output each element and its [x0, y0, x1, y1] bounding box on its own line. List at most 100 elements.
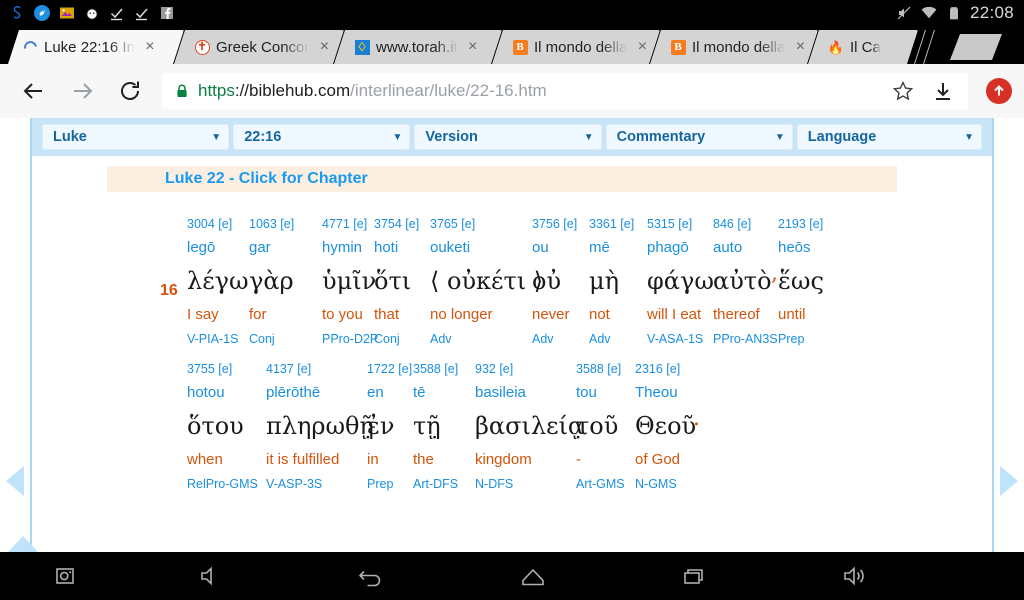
greek-word[interactable]: ⟨ οὐκέτι ⟩: [430, 261, 543, 301]
strongs-number[interactable]: 3756 [e]: [532, 214, 589, 234]
strongs-number[interactable]: 932 [e]: [475, 359, 576, 379]
strongs-number[interactable]: 3754 [e]: [374, 214, 430, 234]
interlinear-word[interactable]: 3588 [e] tou τοῦ - Art-GMS: [576, 359, 635, 495]
transliteration: hotou: [187, 384, 225, 401]
browser-tab-luke[interactable]: Luke 22:16 In ×: [8, 30, 184, 64]
strongs-number[interactable]: 846 [e]: [713, 214, 771, 234]
interlinear-word[interactable]: 3588 [e] tē τῇ̣ the Art-DFS: [413, 359, 475, 495]
book-select-label: Luke: [53, 129, 87, 145]
greek-word[interactable]: βασιλείᾳ̣: [475, 406, 584, 446]
bookmark-star-icon[interactable]: [888, 80, 918, 102]
android-nav-bar: [0, 552, 1024, 600]
greek-word[interactable]: ὅτου: [187, 406, 266, 446]
greek-word[interactable]: ἐν: [367, 406, 413, 446]
browser-tab-blogger-1[interactable]: B Il mondo della ×: [492, 30, 660, 64]
checkmark-icon: [110, 8, 123, 21]
strongs-number[interactable]: 3588 [e]: [576, 359, 635, 379]
interlinear-word[interactable]: 3754 [e] hoti ὅτι that Conj: [374, 214, 430, 350]
reload-button[interactable]: [108, 69, 152, 113]
chapter-link[interactable]: Luke 22 - Click for Chapter: [165, 170, 368, 188]
interlinear-word[interactable]: 1722 [e] en ἐν in Prep: [367, 359, 413, 495]
forward-button[interactable]: [60, 69, 104, 113]
browser-tab-il-ca[interactable]: 🔥 Il Ca: [808, 30, 918, 64]
interlinear-word[interactable]: 3755 [e] hotou ὅτου when RelPro-GMS: [187, 359, 266, 495]
interlinear-word[interactable]: 3756 [e] ou οὐ never Adv: [532, 214, 589, 350]
new-tab-button[interactable]: [950, 34, 1002, 60]
volume-up-button[interactable]: [776, 552, 936, 600]
greek-word[interactable]: τοῦ: [576, 406, 635, 446]
greek-word[interactable]: φάγω: [647, 261, 714, 301]
strongs-number[interactable]: 2316 [e]: [635, 359, 693, 379]
version-select[interactable]: Version ▼: [414, 124, 602, 150]
greek-word[interactable]: γὰρ: [249, 261, 322, 301]
strongs-number[interactable]: 2193 [e]: [778, 214, 836, 234]
greek-word[interactable]: τῇ̣: [413, 406, 475, 446]
interlinear-word[interactable]: 4137 [e] plērōthē πληρωθῇ̣ it is fulfilled V…: [266, 359, 374, 495]
tab-close-icon[interactable]: ×: [464, 39, 482, 55]
scroll-up-arrow-icon[interactable]: [8, 536, 38, 552]
screenshot-button[interactable]: [0, 552, 130, 600]
profile-update-icon[interactable]: [986, 78, 1012, 104]
greek-word[interactable]: Θεοῦ: [635, 406, 696, 446]
greek-word[interactable]: λέγω: [187, 261, 249, 301]
tab-close-icon[interactable]: ×: [315, 39, 333, 55]
browser-toolbar: https://biblehub.com/interlinear/luke/22…: [0, 64, 1024, 118]
url-path: /interlinear/luke/22-16.htm: [350, 81, 547, 100]
tab-close-icon[interactable]: ×: [791, 39, 809, 55]
greek-word[interactable]: ὅτι: [374, 261, 430, 301]
interlinear-word[interactable]: 2193 [e] heōs ἕως until Prep: [778, 214, 836, 350]
language-select[interactable]: Language ▼: [796, 124, 982, 150]
parsing-code: Art-GMS: [576, 477, 625, 491]
browser-tab-greek-concordance[interactable]: ✝ Greek Concor ×: [174, 30, 344, 64]
greek-word[interactable]: ὑμῖν: [322, 261, 376, 301]
english-gloss: I say: [187, 306, 219, 323]
interlinear-word[interactable]: 3361 [e] mē μὴ not Adv: [589, 214, 647, 350]
interlinear-word[interactable]: 2316 [e] Theou Θεοῦ of God N-GMS: [635, 359, 696, 495]
address-bar[interactable]: https://biblehub.com/interlinear/luke/22…: [162, 73, 968, 109]
strongs-number[interactable]: 5315 [e]: [647, 214, 713, 234]
tab-close-icon[interactable]: ×: [141, 39, 159, 55]
browser-tab-torah[interactable]: ♢ www.torah.it ×: [334, 30, 502, 64]
parsing-code: RelPro-GMS: [187, 477, 258, 491]
strongs-number[interactable]: 3361 [e]: [589, 214, 647, 234]
greek-word[interactable]: οὐ: [532, 261, 589, 301]
previous-verse-arrow-icon[interactable]: [6, 466, 24, 496]
next-verse-arrow-icon[interactable]: [1000, 466, 1018, 496]
interlinear-word[interactable]: 932 [e] basileia βασιλείᾳ̣ kingdom N-DFS: [475, 359, 584, 495]
forward-arrow-icon: [74, 83, 93, 99]
back-button[interactable]: [290, 552, 452, 600]
facebook-icon: [161, 7, 173, 19]
back-button[interactable]: [12, 69, 56, 113]
greek-word[interactable]: μὴ: [589, 261, 647, 301]
strongs-number[interactable]: 3765 [e]: [430, 214, 532, 234]
flame-icon: 🔥: [827, 39, 845, 55]
parsing-code: V-ASP-3S: [266, 477, 323, 491]
strongs-number[interactable]: 1063 [e]: [249, 214, 322, 234]
chapter-verse-select[interactable]: 22:16 ▼: [233, 124, 411, 150]
download-icon[interactable]: [928, 80, 958, 102]
recents-button[interactable]: [614, 552, 776, 600]
interlinear-word[interactable]: 846 [e] auto αὐτὸ thereof PPro-AN3S: [713, 214, 778, 350]
strongs-number[interactable]: 3004 [e]: [187, 214, 249, 234]
interlinear-word[interactable]: 4771 [e] hymin ὑμῖν to you PPro-D2P: [322, 214, 378, 350]
strongs-number[interactable]: 3588 [e]: [413, 359, 475, 379]
greek-word[interactable]: αὐτὸ: [713, 261, 772, 301]
book-select[interactable]: Luke ▼: [42, 124, 230, 150]
interlinear-word[interactable]: 5315 [e] phagō φάγω will I eat V-ASA-1S: [647, 214, 714, 350]
android-status-bar: 22:08: [0, 0, 1024, 26]
interlinear-word[interactable]: 3765 [e] ouketi ⟨ οὐκέτι ⟩ no longer Adv: [430, 214, 543, 350]
strongs-number[interactable]: 1722 [e]: [367, 359, 413, 379]
strongs-number[interactable]: 3755 [e]: [187, 359, 266, 379]
tab-close-icon[interactable]: ×: [633, 39, 651, 55]
commentary-select[interactable]: Commentary ▼: [605, 124, 793, 150]
browser-tab-blogger-2[interactable]: B Il mondo della ×: [650, 30, 818, 64]
interlinear-word[interactable]: 1063 [e] gar γὰρ for Conj: [249, 214, 322, 350]
interlinear-word[interactable]: 3004 [e] legō λέγω I say V-PIA-1S: [187, 214, 249, 350]
strongs-number[interactable]: 4137 [e]: [266, 359, 367, 379]
greek-word[interactable]: πληρωθῇ̣: [266, 406, 374, 446]
greek-word[interactable]: ἕως: [778, 261, 836, 301]
home-button[interactable]: [452, 552, 614, 600]
volume-down-button[interactable]: [130, 552, 290, 600]
chapter-verse-select-label: 22:16: [244, 129, 282, 145]
strongs-number[interactable]: 4771 [e]: [322, 214, 374, 234]
